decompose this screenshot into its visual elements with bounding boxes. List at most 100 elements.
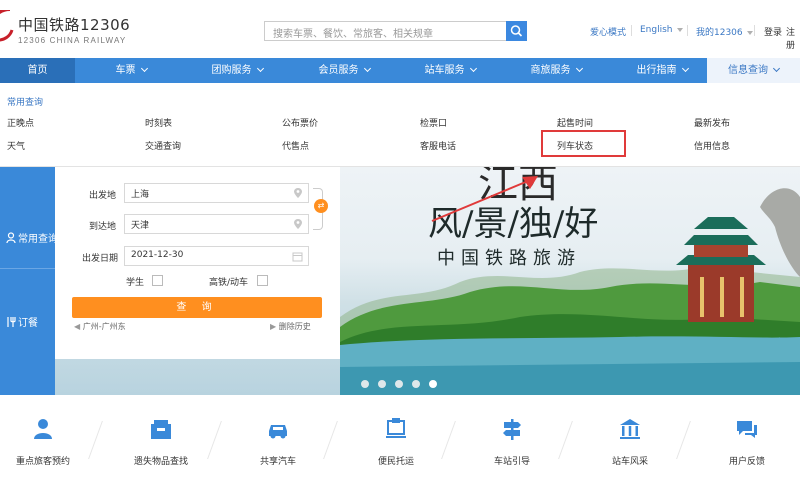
chevron-down-icon	[256, 64, 264, 73]
divider	[0, 268, 55, 269]
railway-logo-icon[interactable]	[0, 10, 14, 48]
banner-line-jiangxi: 江西	[478, 167, 558, 207]
nav-info-query[interactable]: 信息查询	[707, 58, 800, 83]
carousel-dot[interactable]	[412, 380, 420, 388]
brand-name[interactable]: 中国铁路12306	[18, 14, 130, 35]
nav-home[interactable]: 首页	[0, 58, 75, 83]
to-station-input[interactable]: 天津	[124, 214, 309, 234]
student-label: 学生	[125, 278, 144, 288]
service-label: 用户反馈	[728, 457, 765, 467]
dropdown-item-fares[interactable]: 公布票价	[282, 116, 318, 129]
dropdown-item-gate[interactable]: 检票口	[420, 116, 447, 129]
dropdown-item-timetable[interactable]: 时刻表	[145, 116, 172, 129]
nav-label: 首页	[27, 65, 48, 76]
nav-label: 会员服务	[318, 65, 359, 76]
my-12306-menu[interactable]: 我的12306	[696, 25, 753, 38]
brand-subtitle: 12306 CHINA RAILWAY	[18, 36, 127, 45]
info-query-dropdown: 常用查询 正晚点 时刻表 公布票价 检票口 起售时间 最新发布 天气 交通查询 …	[0, 83, 800, 167]
nav-travel-guide[interactable]: 出行指南	[608, 58, 716, 83]
service-consignment[interactable]: 便民托运	[346, 417, 446, 467]
box-icon	[151, 420, 171, 439]
service-label: 站车风采	[611, 457, 648, 467]
dropdown-item-weather[interactable]: 天气	[7, 139, 25, 152]
chevron-down-icon	[140, 64, 148, 73]
tab-common-query[interactable]: 常用查询	[6, 230, 58, 245]
register-link[interactable]: 注册	[786, 25, 800, 51]
chevron-down-icon	[469, 64, 477, 73]
high-speed-checkbox[interactable]	[257, 275, 268, 286]
carousel-dot-active[interactable]	[429, 380, 437, 388]
chevron-down-icon	[676, 27, 683, 32]
nav-station-service[interactable]: 站车服务	[396, 58, 504, 83]
dropdown-item-agents[interactable]: 代售点	[282, 139, 309, 152]
language-select[interactable]: English	[640, 25, 683, 35]
service-label: 便民托运	[377, 457, 414, 467]
nav-label: 商旅服务	[530, 65, 571, 76]
caret-left-icon: ◀	[74, 322, 83, 331]
dropdown-item-credit[interactable]: 信用信息	[694, 139, 730, 152]
meal-icon	[7, 317, 16, 327]
clear-history-label: 删除历史	[278, 322, 311, 331]
dropdown-item-hotline[interactable]: 客服电话	[420, 139, 456, 152]
high-speed-label: 高铁/动车	[208, 278, 248, 288]
tab-order-meal[interactable]: 订餐	[6, 314, 38, 329]
dropdown-item-delay[interactable]: 正晚点	[7, 116, 34, 129]
calendar-icon	[292, 252, 303, 262]
to-label: 到达地	[88, 222, 116, 232]
departure-date-input[interactable]: 2021-12-30	[124, 246, 309, 266]
accessibility-mode-link[interactable]: 爱心模式	[590, 25, 626, 38]
language-label: English	[640, 25, 673, 35]
from-station-value: 上海	[131, 190, 150, 200]
student-checkbox[interactable]	[152, 275, 163, 286]
service-label: 车站引导	[493, 457, 530, 467]
search-input[interactable]: 搜索车票、餐饮、常旅客、相关规章	[264, 21, 506, 41]
nav-business-travel[interactable]: 商旅服务	[502, 58, 610, 83]
service-station-guide[interactable]: 车站引导	[462, 417, 562, 467]
history-route-link[interactable]: ◀ 广州-广州东	[74, 321, 126, 332]
date-label: 出发日期	[81, 254, 118, 264]
tab-common-query-label: 常用查询	[18, 234, 58, 245]
carousel-dot[interactable]	[361, 380, 369, 388]
chat-icon	[737, 421, 757, 438]
car-icon	[269, 425, 287, 439]
chevron-down-icon	[575, 64, 583, 73]
divider	[754, 25, 755, 36]
person-search-icon	[6, 232, 16, 244]
service-key-passenger[interactable]: 重点旅客预约	[0, 417, 93, 467]
carousel-dot[interactable]	[378, 380, 386, 388]
chevron-down-icon	[746, 30, 753, 35]
location-pin-icon	[294, 219, 302, 229]
carousel-dot[interactable]	[395, 380, 403, 388]
service-bar: 重点旅客预约 遗失物品查找 共享汽车 便民托运 车站引导 站车风采 用户反馈	[0, 395, 800, 479]
person-icon	[34, 419, 52, 439]
nav-label: 站车服务	[424, 65, 465, 76]
chevron-down-icon	[772, 64, 781, 73]
divider	[687, 25, 688, 36]
nav-group-service[interactable]: 团购服务	[183, 58, 291, 83]
service-label: 共享汽车	[259, 457, 296, 467]
history-route-label: 广州-广州东	[82, 322, 126, 331]
from-station-input[interactable]: 上海	[124, 183, 309, 203]
query-button[interactable]: 查 询	[72, 297, 322, 318]
dropdown-item-sale-time[interactable]: 起售时间	[557, 116, 593, 129]
clear-history-link[interactable]: ▶ 删除历史	[270, 321, 311, 332]
highlight-box	[541, 130, 626, 157]
nav-member-service[interactable]: 会员服务	[290, 58, 398, 83]
search-icon	[510, 25, 523, 37]
location-pin-icon	[294, 188, 302, 198]
dropdown-item-latest[interactable]: 最新发布	[694, 116, 730, 129]
nav-label: 团购服务	[211, 65, 252, 76]
dropdown-item-traffic[interactable]: 交通查询	[145, 139, 181, 152]
login-link[interactable]: 登录	[764, 25, 782, 38]
nav-tickets[interactable]: 车票	[87, 58, 175, 83]
chevron-down-icon	[681, 64, 689, 73]
departure-date-value: 2021-12-30	[131, 250, 184, 260]
service-label: 遗失物品查找	[133, 457, 188, 467]
service-lost-found[interactable]: 遗失物品查找	[111, 417, 211, 467]
service-feedback[interactable]: 用户反馈	[697, 417, 797, 467]
service-shared-car[interactable]: 共享汽车	[228, 417, 328, 467]
swap-stations-button[interactable]: ⇄	[314, 199, 328, 213]
search-button[interactable]	[506, 21, 527, 41]
banner-line-tourism: 中国铁路旅游	[437, 248, 581, 269]
service-station-showcase[interactable]: 站车风采	[580, 417, 680, 467]
